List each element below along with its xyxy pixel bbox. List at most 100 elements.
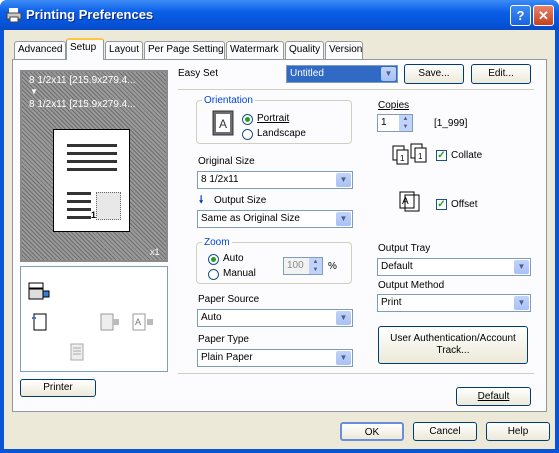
portrait-radio[interactable] bbox=[242, 114, 253, 125]
tab-label: Quality bbox=[289, 44, 321, 55]
easy-set-label: Easy Set bbox=[178, 68, 219, 79]
copies-label: Copies bbox=[378, 100, 410, 111]
landscape-radio[interactable] bbox=[242, 129, 253, 140]
tab-advanced[interactable]: Advanced bbox=[14, 41, 66, 59]
output-method-label: Output Method bbox=[378, 280, 445, 291]
offset-icon: A bbox=[399, 191, 420, 212]
paper-source-value: Auto bbox=[201, 312, 222, 323]
paper-type-label: Paper Type bbox=[198, 334, 249, 345]
chevron-down-icon: ▼ bbox=[514, 260, 529, 274]
edit-button[interactable]: Edit... bbox=[471, 64, 531, 84]
preview-arrow-icon: ▼ bbox=[30, 87, 38, 96]
device-icon-panel: A bbox=[20, 266, 168, 372]
cancel-button[interactable]: Cancel bbox=[413, 422, 477, 441]
button-label: Save... bbox=[418, 68, 450, 79]
output-tray-select[interactable]: Default ▼ bbox=[377, 258, 531, 276]
tab-label: Setup bbox=[70, 42, 97, 53]
preview-copies-badge: x1 bbox=[150, 247, 160, 257]
spin-down-icon[interactable]: ▼ bbox=[309, 266, 322, 274]
zoom-auto-radio[interactable] bbox=[208, 254, 219, 265]
default-button[interactable]: Default bbox=[456, 387, 531, 406]
paper-source-select[interactable]: Auto ▼ bbox=[197, 309, 353, 327]
cover-sheet-icon bbox=[70, 343, 84, 361]
tab-label: Advanced bbox=[18, 44, 63, 55]
svg-text:1: 1 bbox=[400, 154, 405, 163]
button-label: Track... bbox=[436, 345, 470, 356]
button-label: User Authentication/Account bbox=[390, 333, 516, 344]
portrait-label[interactable]: Portrait bbox=[257, 113, 289, 124]
copies-range: [1_999] bbox=[434, 118, 468, 129]
copies-spinbox[interactable]: 1 ▲ ▼ bbox=[377, 114, 413, 132]
zoom-manual-label[interactable]: Manual bbox=[223, 268, 256, 279]
collate-checkbox[interactable]: ✓ bbox=[436, 150, 447, 161]
button-label: Help bbox=[507, 426, 529, 437]
help-title-button[interactable]: ? bbox=[510, 5, 531, 26]
close-icon: ✕ bbox=[538, 8, 549, 23]
easy-set-value: Untitled bbox=[290, 68, 324, 79]
output-tray-value: Default bbox=[381, 261, 413, 272]
output-size-label: Output Size bbox=[214, 195, 267, 206]
booklet-icon: A bbox=[132, 313, 153, 331]
svg-text:A: A bbox=[219, 117, 227, 131]
question-icon: ? bbox=[516, 8, 525, 23]
printer-button[interactable]: Printer bbox=[20, 379, 96, 397]
help-button[interactable]: Help bbox=[486, 422, 550, 441]
zoom-title: Zoom bbox=[202, 237, 232, 248]
button-label: Cancel bbox=[429, 426, 461, 437]
tab-per-page-setting[interactable]: Per Page Setting bbox=[144, 41, 225, 59]
svg-text:A: A bbox=[135, 317, 141, 327]
original-size-value: 8 1/2x11 bbox=[201, 174, 239, 185]
window-title: Printing Preferences bbox=[26, 7, 154, 22]
zoom-spinbox[interactable]: 100 ▲ ▼ bbox=[283, 257, 323, 275]
punch-icon bbox=[100, 313, 119, 331]
chevron-down-icon: ▼ bbox=[336, 311, 351, 325]
chevron-down-icon: ▼ bbox=[336, 212, 351, 226]
finisher-icon bbox=[28, 282, 50, 300]
button-label: Edit... bbox=[488, 68, 514, 79]
spin-down-icon[interactable]: ▼ bbox=[399, 123, 412, 131]
tab-label: Watermark bbox=[230, 44, 279, 55]
spin-up-icon[interactable]: ▲ bbox=[309, 258, 322, 266]
tab-label: Layout bbox=[109, 44, 140, 55]
paper-type-select[interactable]: Plain Paper ▼ bbox=[197, 349, 353, 367]
collate-icon: 11 bbox=[392, 143, 427, 165]
output-size-select[interactable]: Same as Original Size ▼ bbox=[197, 210, 353, 228]
original-size-label: Original Size bbox=[198, 156, 255, 167]
spin-up-icon[interactable]: ▲ bbox=[399, 115, 412, 123]
output-tray-label: Output Tray bbox=[378, 243, 431, 254]
preview-original-size: 8 1/2x11 [215.9x279.4... bbox=[29, 75, 136, 86]
easy-set-select[interactable]: Untitled ▼ bbox=[286, 65, 398, 83]
original-size-select[interactable]: 8 1/2x11 ▼ bbox=[197, 171, 353, 189]
chevron-down-icon: ▼ bbox=[336, 351, 351, 365]
tab-layout[interactable]: Layout bbox=[105, 41, 143, 59]
ok-button[interactable]: OK bbox=[340, 422, 404, 441]
offset-label[interactable]: Offset bbox=[451, 199, 478, 210]
user-authentication-button[interactable]: User Authentication/Account Track... bbox=[378, 326, 528, 364]
printer-icon bbox=[6, 8, 22, 23]
chevron-down-icon: ▼ bbox=[336, 173, 351, 187]
zoom-auto-label[interactable]: Auto bbox=[223, 253, 244, 264]
collate-label[interactable]: Collate bbox=[451, 150, 482, 161]
chevron-down-icon: ▼ bbox=[514, 296, 529, 310]
output-method-value: Print bbox=[381, 297, 402, 308]
portrait-page-icon: A bbox=[212, 110, 234, 136]
output-method-select[interactable]: Print ▼ bbox=[377, 294, 531, 312]
title-bar[interactable]: Printing Preferences ? ✕ bbox=[0, 0, 559, 30]
button-label: Default bbox=[477, 391, 510, 402]
offset-checkbox[interactable]: ✓ bbox=[436, 199, 447, 210]
tab-watermark[interactable]: Watermark bbox=[226, 41, 284, 59]
tab-version[interactable]: Version bbox=[325, 41, 363, 59]
separator bbox=[178, 89, 534, 90]
tab-quality[interactable]: Quality bbox=[285, 41, 324, 59]
svg-text:1: 1 bbox=[418, 152, 423, 161]
output-size-value: Same as Original Size bbox=[201, 213, 300, 224]
separator bbox=[178, 373, 534, 374]
close-button[interactable]: ✕ bbox=[533, 5, 554, 26]
tab-label: Per Page Setting bbox=[148, 44, 224, 55]
preview-page-number: 1 bbox=[91, 210, 97, 220]
tab-setup[interactable]: Setup bbox=[66, 38, 104, 60]
zoom-unit: % bbox=[328, 261, 337, 272]
save-button[interactable]: Save... bbox=[404, 64, 464, 84]
landscape-label[interactable]: Landscape bbox=[257, 128, 306, 139]
zoom-manual-radio[interactable] bbox=[208, 269, 219, 280]
